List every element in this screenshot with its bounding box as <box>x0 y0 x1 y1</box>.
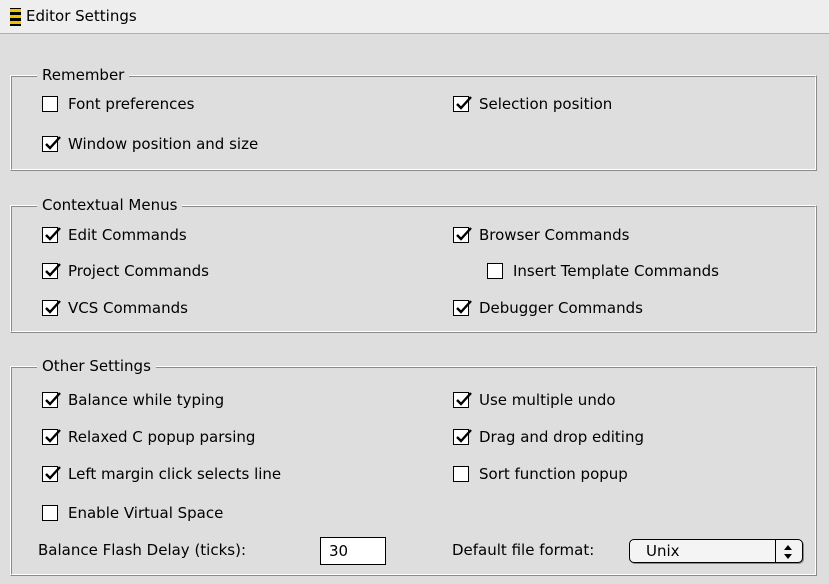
checkmark-icon <box>456 227 472 241</box>
vcs-commands-checkbox[interactable]: VCS Commands <box>42 297 188 319</box>
use-multiple-undo-checkbox[interactable]: Use multiple undo <box>453 389 616 411</box>
up-down-arrows-icon <box>780 543 796 565</box>
checkbox-label: Sort function popup <box>479 465 628 483</box>
checkbox-label: Relaxed C popup parsing <box>68 428 256 446</box>
checkbox-label: Insert Template Commands <box>513 262 719 280</box>
left-margin-click-checkbox[interactable]: Left margin click selects line <box>42 463 281 485</box>
checkbox-label: Use multiple undo <box>479 391 616 409</box>
checkbox-box[interactable] <box>42 505 58 521</box>
checkbox-box[interactable] <box>453 227 472 243</box>
popup-divider <box>775 540 776 562</box>
checkmark-icon <box>456 392 472 406</box>
checkbox-box[interactable] <box>487 263 503 279</box>
balance-while-typing-checkbox[interactable]: Balance while typing <box>42 389 224 411</box>
insert-template-commands-checkbox[interactable]: Insert Template Commands <box>487 260 719 282</box>
checkbox-box[interactable] <box>453 429 472 445</box>
checkmark-icon <box>45 136 61 150</box>
balance-flash-delay-input[interactable] <box>318 535 388 567</box>
browser-commands-checkbox[interactable]: Browser Commands <box>453 224 629 246</box>
remember-group: Remember <box>10 64 817 171</box>
checkbox-label: Window position and size <box>68 135 259 153</box>
editor-settings-window: Editor Settings Remember Font preference… <box>0 0 829 584</box>
edit-commands-checkbox[interactable]: Edit Commands <box>42 224 187 246</box>
debugger-commands-checkbox[interactable]: Debugger Commands <box>453 297 643 319</box>
checkbox-label: Selection position <box>479 95 613 113</box>
window-position-checkbox[interactable]: Window position and size <box>42 133 258 155</box>
checkbox-label: Project Commands <box>68 262 209 280</box>
checkbox-label: Edit Commands <box>68 226 187 244</box>
checkmark-icon <box>45 263 61 277</box>
window-title: Editor Settings <box>26 7 137 25</box>
checkbox-label: Balance while typing <box>68 391 225 409</box>
checkbox-box[interactable] <box>453 466 469 482</box>
font-preferences-checkbox[interactable]: Font preferences <box>42 93 194 115</box>
remember-group-title: Remember <box>37 64 130 86</box>
checkmark-icon <box>45 227 61 241</box>
checkbox-box[interactable] <box>42 392 61 408</box>
checkmark-icon <box>456 300 472 314</box>
checkbox-box[interactable] <box>42 227 61 243</box>
checkmark-icon <box>45 429 61 443</box>
checkbox-label: Browser Commands <box>479 226 630 244</box>
checkbox-label: Drag and drop editing <box>479 428 645 446</box>
checkbox-box[interactable] <box>42 466 61 482</box>
checkbox-box[interactable] <box>453 392 472 408</box>
selection-position-checkbox[interactable]: Selection position <box>453 93 612 115</box>
popup-selected-value: Unix <box>646 542 680 560</box>
checkbox-label: Font preferences <box>68 95 195 113</box>
checkbox-box[interactable] <box>42 96 58 112</box>
checkbox-box[interactable] <box>42 263 61 279</box>
checkbox-label: VCS Commands <box>68 299 188 317</box>
checkmark-icon <box>45 392 61 406</box>
default-file-format-popup[interactable]: Unix <box>629 539 803 563</box>
checkmark-icon <box>45 466 61 480</box>
project-commands-checkbox[interactable]: Project Commands <box>42 260 209 282</box>
checkbox-box[interactable] <box>453 300 472 316</box>
balance-flash-delay-label: Balance Flash Delay (ticks): <box>38 541 247 559</box>
contextual-menus-group-title: Contextual Menus <box>37 194 183 216</box>
enable-virtual-space-checkbox[interactable]: Enable Virtual Space <box>42 502 223 524</box>
checkbox-label: Left margin click selects line <box>68 465 282 483</box>
drag-and-drop-checkbox[interactable]: Drag and drop editing <box>453 426 644 448</box>
checkmark-icon <box>456 429 472 443</box>
title-bar: Editor Settings <box>0 0 829 34</box>
checkbox-box[interactable] <box>42 429 61 445</box>
checkbox-box[interactable] <box>453 96 472 112</box>
relaxed-c-popup-checkbox[interactable]: Relaxed C popup parsing <box>42 426 255 448</box>
checkbox-box[interactable] <box>42 136 61 152</box>
other-settings-group-title: Other Settings <box>37 355 156 377</box>
checkmark-icon <box>456 96 472 110</box>
codewarrior-icon <box>10 8 21 26</box>
sort-function-popup-checkbox[interactable]: Sort function popup <box>453 463 628 485</box>
checkbox-label: Enable Virtual Space <box>68 504 224 522</box>
checkbox-box[interactable] <box>42 300 61 316</box>
default-file-format-label: Default file format: <box>452 541 595 559</box>
checkbox-label: Debugger Commands <box>479 299 643 317</box>
checkmark-icon <box>45 300 61 314</box>
